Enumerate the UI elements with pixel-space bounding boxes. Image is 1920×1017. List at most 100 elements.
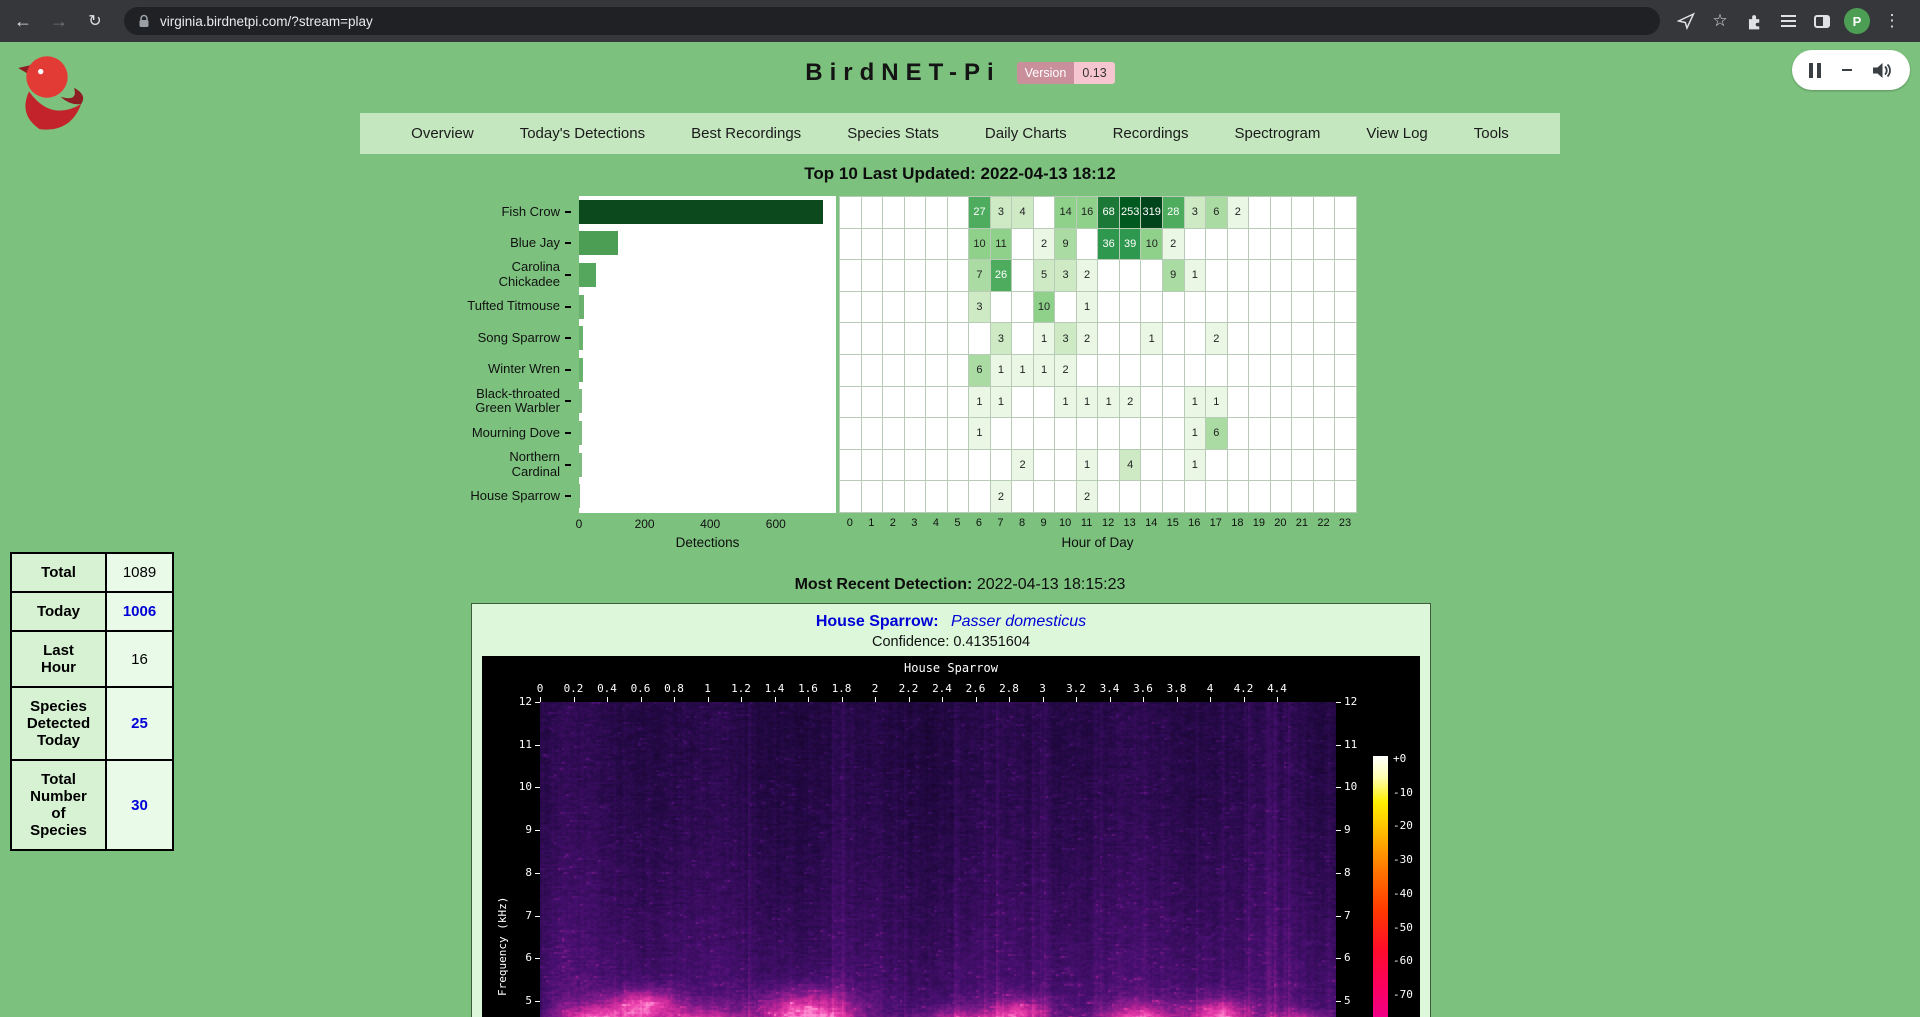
stats-row-last-hour: Last Hour16	[11, 631, 173, 687]
heat-cell: 2	[1163, 229, 1185, 261]
stats-value[interactable]: 1006	[123, 603, 156, 620]
nav-item-best-recordings[interactable]: Best Recordings	[668, 125, 824, 142]
heat-cell	[1206, 292, 1228, 324]
heat-cell	[1271, 481, 1293, 513]
freq-tick-left: 10	[486, 780, 532, 794]
axis-tick	[565, 495, 571, 497]
reading-list-icon[interactable]	[1776, 9, 1800, 33]
volume-icon[interactable]	[1873, 62, 1893, 79]
species-label-black-throated-green-warbler: Black-throated Green Warbler	[463, 386, 571, 418]
hour-tick: 1	[861, 517, 883, 532]
axis-tick	[565, 242, 571, 244]
freq-tick-mark	[1336, 1001, 1341, 1002]
bar-row-black-throated-green-warbler	[579, 386, 836, 418]
time-tick: 1.8	[832, 682, 852, 695]
nav-item-tools[interactable]: Tools	[1451, 125, 1532, 142]
heat-cell	[862, 418, 884, 450]
detection-species-link[interactable]: House Sparrow:	[816, 613, 939, 630]
stats-value-cell: 16	[106, 631, 173, 687]
stats-value[interactable]: 30	[131, 797, 148, 814]
nav-item-spectrogram[interactable]: Spectrogram	[1211, 125, 1343, 142]
heat-cell	[840, 355, 862, 387]
stats-value[interactable]: 25	[131, 715, 148, 732]
heat-cell	[1206, 229, 1228, 261]
heat-cell	[840, 260, 862, 292]
profile-avatar[interactable]: P	[1844, 8, 1870, 34]
axis-tick	[565, 432, 571, 434]
back-icon[interactable]: ←	[8, 11, 38, 32]
pause-icon[interactable]	[1809, 63, 1821, 78]
heat-cell	[1314, 292, 1336, 324]
heat-cell	[1314, 418, 1336, 450]
version-badge: Version 0.13	[1017, 62, 1115, 84]
heat-cell	[1292, 229, 1314, 261]
nav-item-view-log[interactable]: View Log	[1343, 125, 1450, 142]
hour-tick: 2	[882, 517, 904, 532]
heat-cell: 10	[969, 229, 991, 261]
heat-cell	[926, 229, 948, 261]
heat-cell	[1034, 481, 1056, 513]
heat-cell	[926, 387, 948, 419]
nav-item-recordings[interactable]: Recordings	[1090, 125, 1212, 142]
heat-cell	[1034, 197, 1056, 229]
heat-cell	[1314, 197, 1336, 229]
species-label-carolina-chickadee: Carolina Chickadee	[463, 259, 571, 291]
heat-cell: 5	[1034, 260, 1056, 292]
side-panel-icon[interactable]	[1810, 9, 1834, 33]
axis-tick	[565, 400, 571, 402]
padlock-icon	[138, 14, 150, 28]
nav-item-overview[interactable]: Overview	[388, 125, 497, 142]
heat-cell: 16	[1077, 197, 1099, 229]
heat-cell	[883, 481, 905, 513]
extensions-puzzle-icon[interactable]	[1742, 9, 1766, 33]
audio-player[interactable]	[1792, 50, 1910, 90]
time-tick-mark	[909, 697, 910, 702]
heat-cell	[1141, 418, 1163, 450]
time-tick: 4.4	[1267, 682, 1287, 695]
heat-cell	[948, 197, 970, 229]
freq-tick-mark	[535, 830, 540, 831]
time-tick: 2.6	[966, 682, 986, 695]
detection-confidence: Confidence: 0.41351604	[472, 634, 1430, 650]
detection-scientific-name[interactable]: Passer domesticus	[951, 613, 1086, 630]
bar-row-blue-jay	[579, 228, 836, 260]
time-tick: 4.2	[1234, 682, 1254, 695]
time-tick-mark	[540, 697, 541, 702]
heat-cell	[905, 229, 927, 261]
freq-tick-right: 6	[1344, 951, 1351, 965]
nav-item-species-stats[interactable]: Species Stats	[824, 125, 962, 142]
bookmark-star-icon[interactable]: ☆	[1708, 9, 1732, 33]
heat-cell	[926, 481, 948, 513]
heat-cell: 1	[1141, 323, 1163, 355]
heat-cell	[862, 260, 884, 292]
browser-menu-icon[interactable]: ⋮	[1880, 9, 1904, 33]
species-label-blue-jay: Blue Jay	[463, 228, 571, 260]
heat-cell	[1163, 292, 1185, 324]
detection-bar	[579, 200, 823, 224]
heat-cell	[1249, 387, 1271, 419]
hour-tick: 7	[990, 517, 1012, 532]
share-icon[interactable]	[1674, 9, 1698, 33]
heat-cell	[905, 355, 927, 387]
heat-cell	[840, 481, 862, 513]
time-tick: 3	[1039, 682, 1046, 695]
nav-item-daily-charts[interactable]: Daily Charts	[962, 125, 1090, 142]
nav-item-today-s-detections[interactable]: Today's Detections	[497, 125, 668, 142]
heat-cell: 7	[969, 260, 991, 292]
heat-cell	[1206, 481, 1228, 513]
stats-value-cell: 25	[106, 687, 173, 760]
refresh-icon[interactable]: ↻	[80, 11, 110, 31]
heat-cell	[1098, 450, 1120, 482]
heat-cell	[1077, 418, 1099, 450]
detections-tick: 600	[766, 517, 786, 531]
url-text: virginia.birdnetpi.com/?stream=play	[160, 14, 373, 29]
heat-cell	[905, 481, 927, 513]
freq-tick-left: 9	[486, 823, 532, 837]
heat-cell	[1249, 197, 1271, 229]
forward-icon[interactable]: →	[44, 11, 74, 32]
heat-cell	[948, 481, 970, 513]
heat-cell	[1012, 418, 1034, 450]
heat-cell	[1055, 292, 1077, 324]
species-label-text: Fish Crow	[501, 205, 560, 220]
address-bar[interactable]: virginia.birdnetpi.com/?stream=play	[124, 7, 1660, 35]
